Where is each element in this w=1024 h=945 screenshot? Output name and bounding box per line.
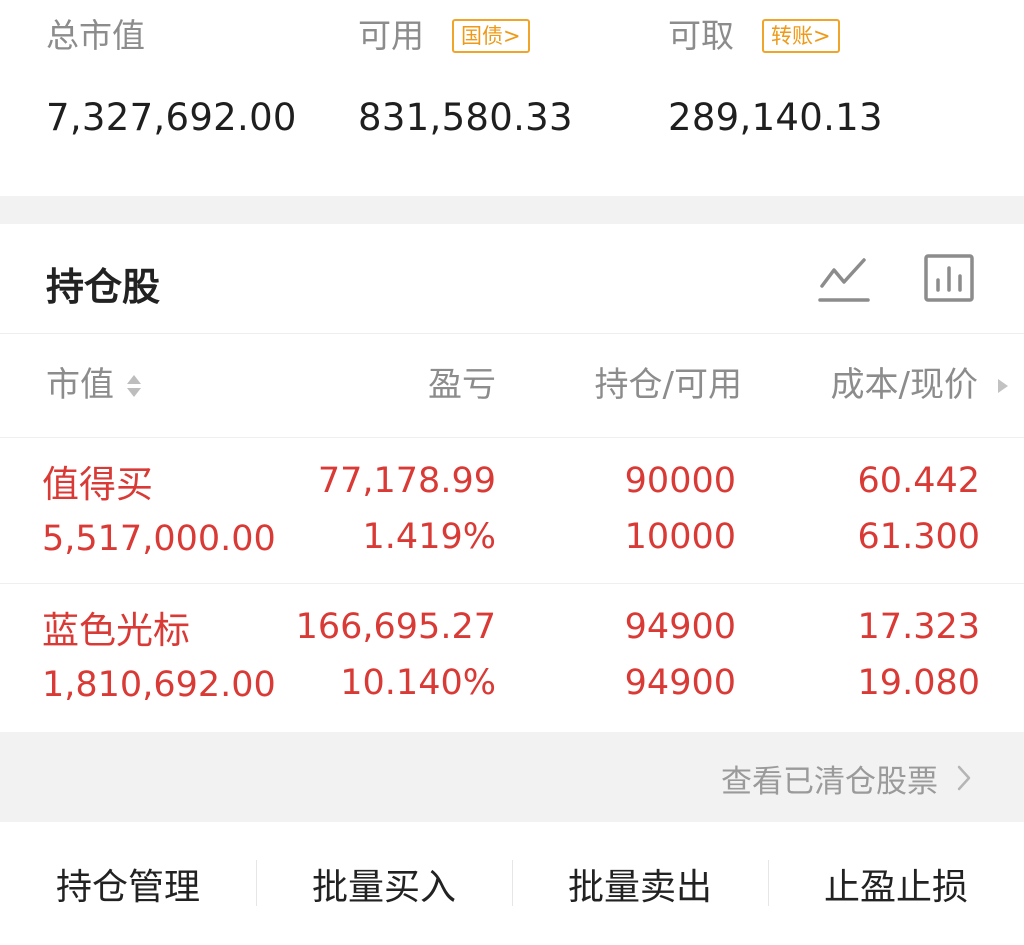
stock-market-value: 5,517,000.00	[42, 519, 276, 559]
batch-sell-button[interactable]: 批量卖出	[512, 822, 768, 945]
available-value: 831,580.33	[358, 96, 573, 139]
sort-icon[interactable]	[124, 372, 144, 400]
total-market-value-label: 总市值	[46, 16, 145, 55]
stock-position: 94900	[624, 607, 736, 647]
column-market-value[interactable]: 市值	[46, 362, 114, 408]
transfer-tag-button[interactable]: 转账>	[762, 19, 840, 53]
batch-buy-button[interactable]: 批量买入	[256, 822, 512, 945]
total-market-value: 7,327,692.00	[46, 96, 297, 139]
withdrawable-value: 289,140.13	[668, 96, 883, 139]
stock-market-value: 1,810,692.00	[42, 665, 276, 705]
stock-price: 61.300	[857, 517, 980, 557]
chevron-right-icon	[957, 765, 971, 791]
holdings-action-bar: 持仓管理 批量买入 批量卖出 止盈止损	[0, 822, 1024, 945]
available-label: 可用	[358, 16, 424, 55]
treasury-bond-tag-button[interactable]: 国债>	[452, 19, 530, 53]
stock-cost: 60.442	[857, 461, 980, 501]
view-cleared-stocks-label: 查看已清仓股票	[721, 764, 938, 800]
column-position-available: 持仓/可用	[594, 365, 742, 405]
stock-profit-loss-percent: 1.419%	[362, 517, 496, 557]
holding-row[interactable]: 值得买 5,517,000.00 77,178.99 1.419% 90000 …	[0, 438, 1024, 584]
stock-price: 19.080	[857, 663, 980, 703]
bar-chart-icon[interactable]	[922, 252, 976, 304]
view-cleared-stocks-link[interactable]: 查看已清仓股票	[0, 732, 1024, 822]
column-cost-price: 成本/现价	[830, 365, 978, 405]
stock-name: 蓝色光标	[42, 609, 190, 652]
line-chart-icon[interactable]	[816, 254, 872, 306]
section-divider	[0, 196, 1024, 224]
account-summary: 总市值 7,327,692.00 可用 国债> 831,580.33 可取 转账…	[0, 0, 1024, 196]
stock-available: 94900	[624, 663, 736, 703]
holdings-column-headers: 市值 盈亏 持仓/可用 成本/现价	[0, 334, 1024, 438]
holdings-title: 持仓股	[46, 265, 161, 309]
stock-profit-loss-percent: 10.140%	[340, 663, 496, 703]
stop-profit-loss-button[interactable]: 止盈止损	[768, 822, 1024, 945]
stock-available: 10000	[624, 517, 736, 557]
position-management-button[interactable]: 持仓管理	[0, 822, 256, 945]
scroll-right-icon[interactable]	[996, 378, 1010, 394]
stock-name: 值得买	[42, 463, 153, 506]
withdrawable-label: 可取	[668, 16, 734, 55]
holding-row[interactable]: 蓝色光标 1,810,692.00 166,695.27 10.140% 949…	[0, 584, 1024, 732]
stock-profit-loss: 77,178.99	[317, 461, 496, 501]
stock-cost: 17.323	[857, 607, 980, 647]
column-profit-loss: 盈亏	[428, 365, 496, 405]
holdings-header: 持仓股	[0, 224, 1024, 334]
stock-profit-loss: 166,695.27	[295, 607, 496, 647]
stock-position: 90000	[624, 461, 736, 501]
